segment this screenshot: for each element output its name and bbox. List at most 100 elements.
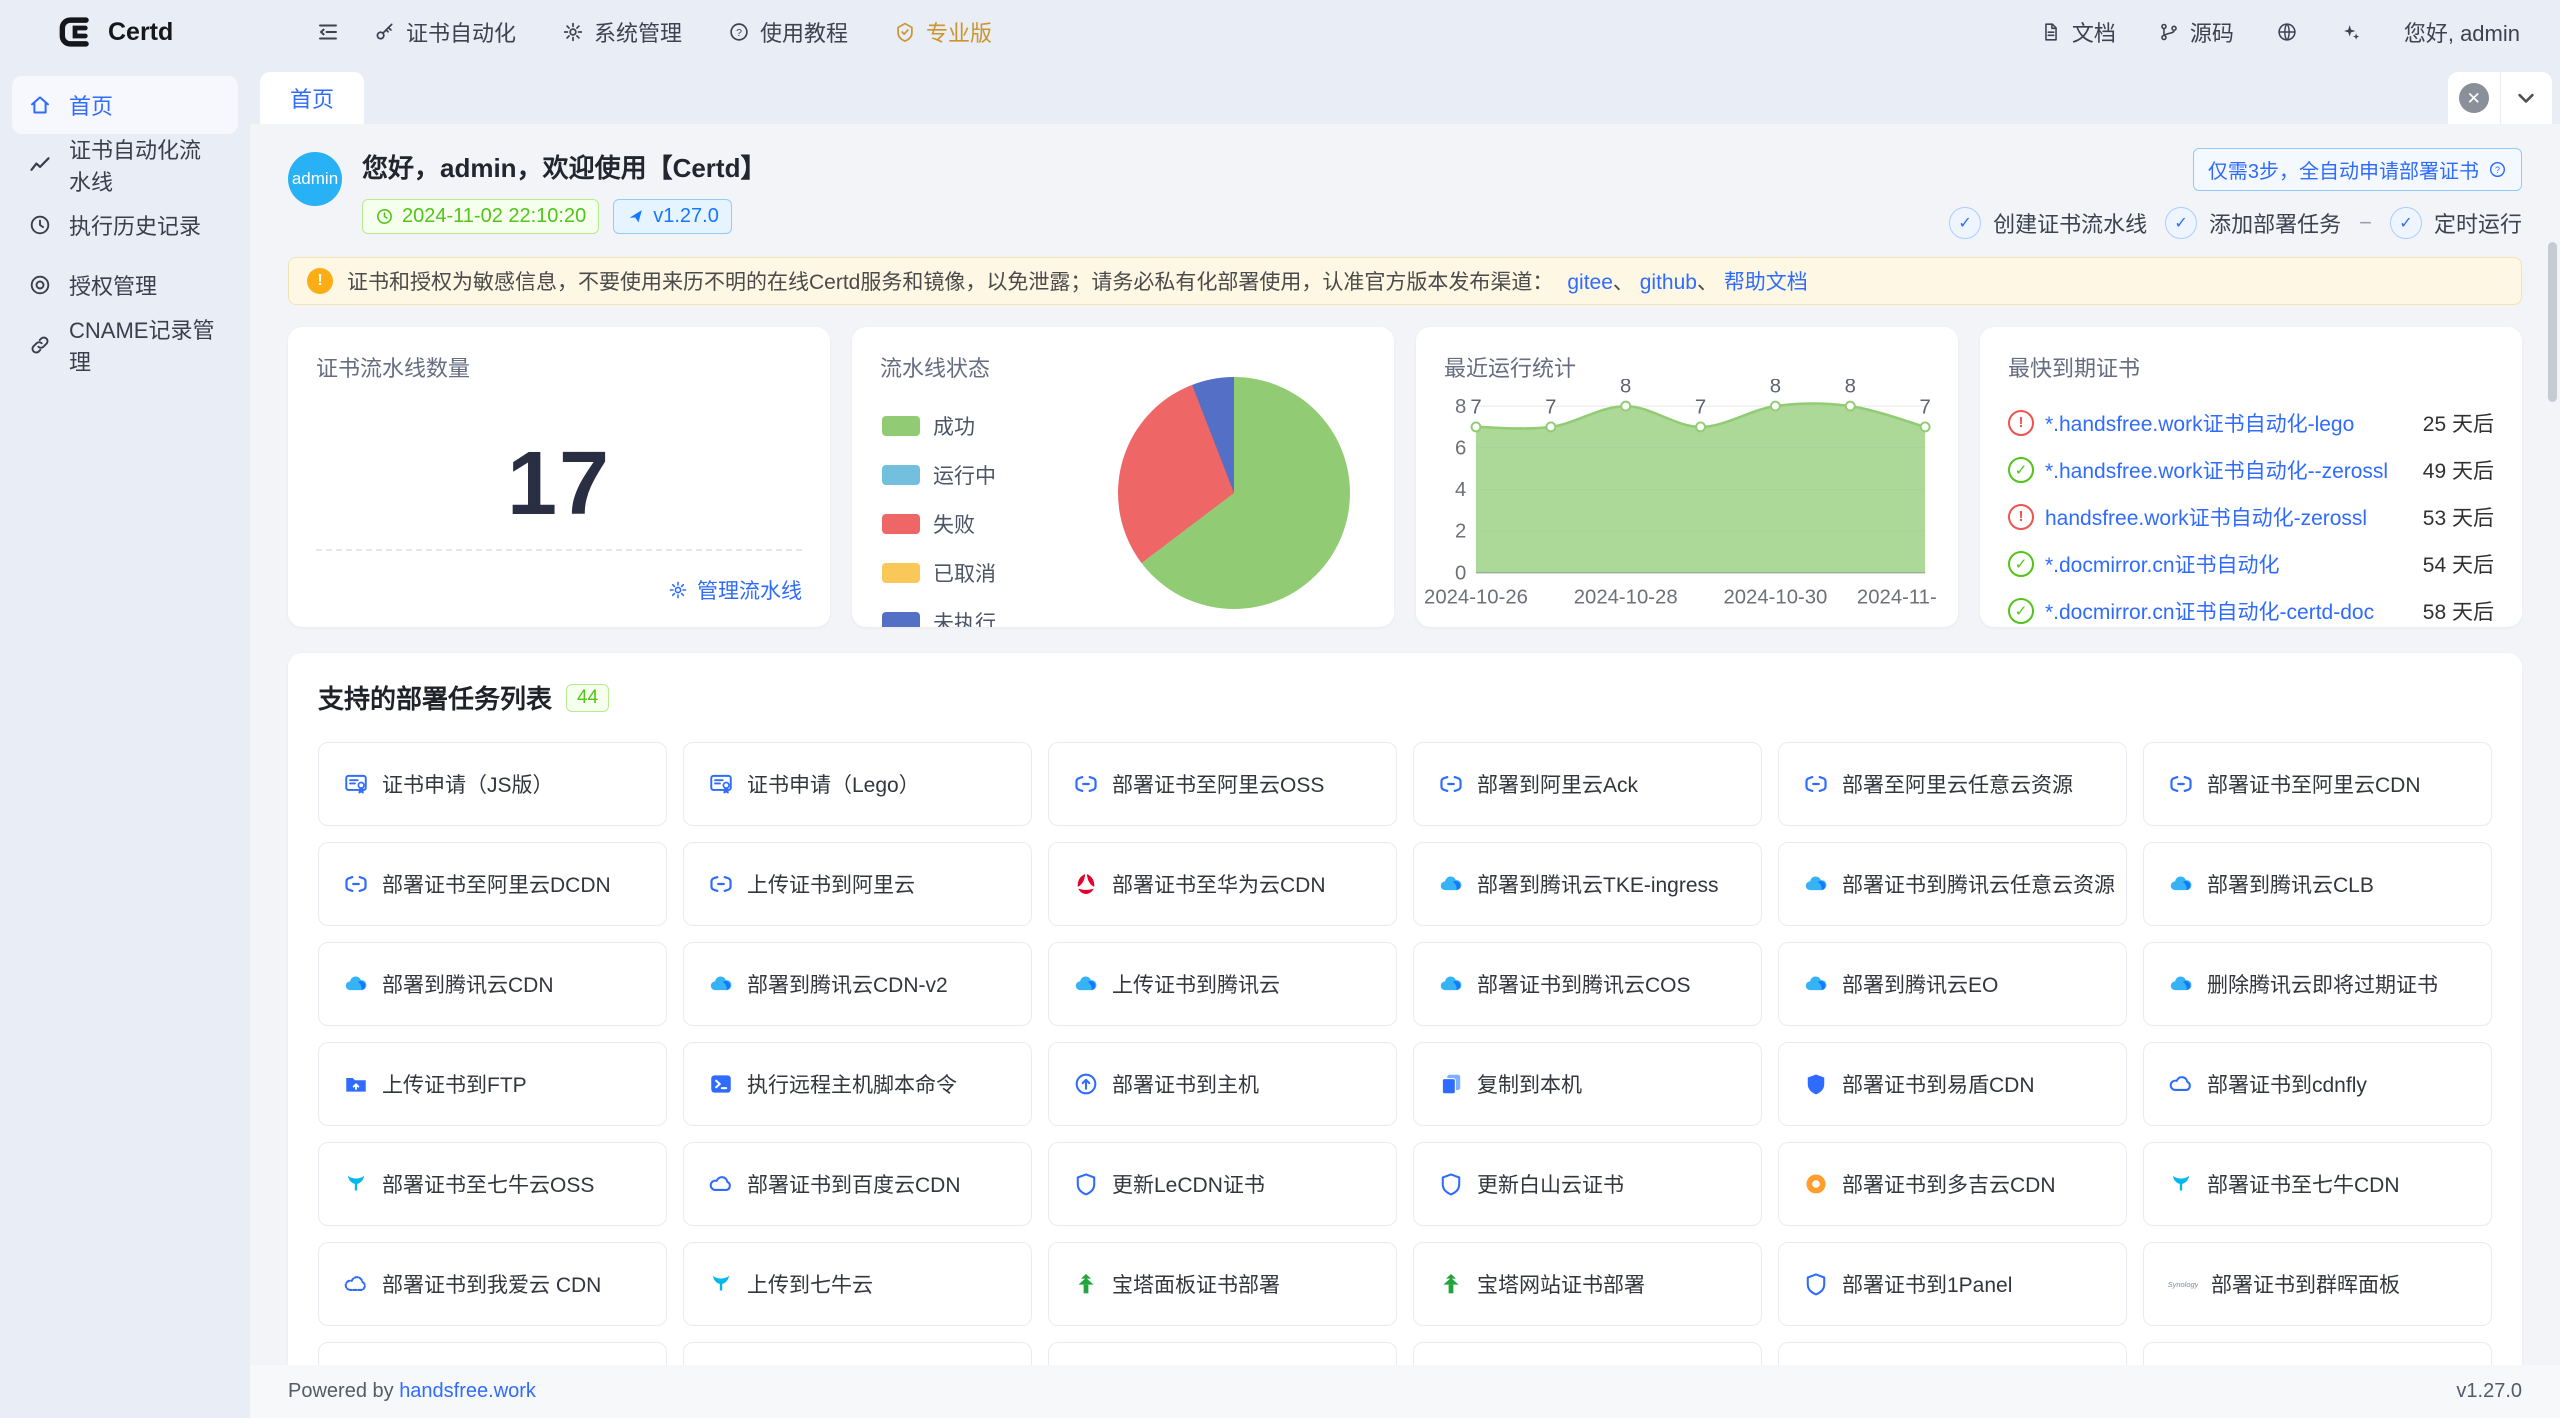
- notice-text: 证书和授权为敏感信息，不要使用来历不明的在线Certd服务和镜像，以免泄露；请务…: [347, 266, 1553, 296]
- sidebar-item-history[interactable]: 执行历史记录: [12, 196, 238, 254]
- version-badge[interactable]: v1.27.0: [613, 199, 732, 234]
- deploy-task-card[interactable]: 部署到腾讯云EO: [1778, 942, 2127, 1026]
- deploy-task-card[interactable]: 上传证书到FTP: [318, 1042, 667, 1126]
- legend-item-2[interactable]: 运行中: [882, 460, 996, 490]
- deploy-task-card[interactable]: 上传证书到腾讯云: [1048, 942, 1397, 1026]
- cert-pipeline-link[interactable]: *.handsfree.work证书自动化--zerossl: [2045, 455, 2409, 485]
- legend-item-1[interactable]: 成功: [882, 411, 996, 441]
- tab-menu-button[interactable]: [2500, 72, 2553, 124]
- sidebar-item-home[interactable]: 首页: [12, 76, 238, 134]
- navbar-action-sparkles[interactable]: [2340, 21, 2362, 43]
- deploy-task-card-partial[interactable]: [1778, 1342, 2127, 1365]
- deploy-task-card[interactable]: 部署证书到易盾CDN: [1778, 1042, 2127, 1126]
- sidebar-item-pipeline[interactable]: 证书自动化流水线: [12, 136, 238, 194]
- check-circle-icon: ✓: [2008, 457, 2034, 483]
- menu-item-question[interactable]: ?使用教程: [728, 16, 848, 48]
- tab-home[interactable]: 首页: [260, 72, 364, 124]
- svg-text:2024-10-30: 2024-10-30: [1723, 587, 1827, 609]
- deploy-task-card[interactable]: Synology部署证书到群晖面板: [2143, 1242, 2492, 1326]
- legend-item-5[interactable]: 未执行: [882, 607, 996, 627]
- days-remaining: 49 天后: [2423, 455, 2494, 485]
- three-steps-button[interactable]: 仅需3步，全自动申请部署证书 ?: [2193, 148, 2522, 191]
- notice-link-帮助文档[interactable]: 帮助文档: [1724, 271, 1808, 294]
- clock-icon: [375, 207, 394, 226]
- navbar-action-doc[interactable]: 文档: [2040, 16, 2116, 48]
- deploy-task-card[interactable]: 部署证书至华为云CDN: [1048, 842, 1397, 926]
- task-label: 部署证书到cdnfly: [2207, 1069, 2367, 1099]
- legend-item-4[interactable]: 已取消: [882, 558, 996, 588]
- deploy-task-card[interactable]: 证书申请（Lego）: [683, 742, 1032, 826]
- deploy-task-card-partial[interactable]: [1413, 1342, 1762, 1365]
- cert-pipeline-link[interactable]: *.docmirror.cn证书自动化-certd-doc: [2045, 596, 2409, 626]
- deploy-task-card[interactable]: 部署证书到主机: [1048, 1042, 1397, 1126]
- deploy-task-card[interactable]: 部署到腾讯云CLB: [2143, 842, 2492, 926]
- deploy-task-card-partial[interactable]: [318, 1342, 667, 1365]
- tasks-title: 支持的部署任务列表: [318, 679, 552, 716]
- menu-item-gear[interactable]: 系统管理: [562, 16, 682, 48]
- sidebar-item-label: CNAME记录管理: [69, 313, 222, 377]
- deploy-task-card[interactable]: 部署到腾讯云CDN-v2: [683, 942, 1032, 1026]
- deploy-task-card[interactable]: 部署证书至阿里云DCDN: [318, 842, 667, 926]
- deploy-task-card[interactable]: 更新LeCDN证书: [1048, 1142, 1397, 1226]
- deploy-task-card[interactable]: 执行远程主机脚本命令: [683, 1042, 1032, 1126]
- deploy-task-card[interactable]: 部署证书到多吉云CDN: [1778, 1142, 2127, 1226]
- cert-pipeline-link[interactable]: handsfree.work证书自动化-zerossl: [2045, 502, 2409, 532]
- sidebar-item-link[interactable]: CNAME记录管理: [12, 316, 238, 374]
- scrollbar-thumb[interactable]: [2548, 242, 2557, 402]
- warning-circle-icon: !: [2008, 504, 2034, 530]
- user-greeting[interactable]: 您好, admin: [2404, 16, 2520, 48]
- deploy-task-card[interactable]: 部署证书至七牛CDN: [2143, 1142, 2492, 1226]
- cert-pipeline-link[interactable]: *.handsfree.work证书自动化-lego: [2045, 408, 2409, 438]
- shield-fill-icon: [1803, 1071, 1829, 1097]
- brand[interactable]: Certd: [56, 13, 256, 51]
- recent-runs-area-chart: 0246877878872024-10-262024-10-282024-10-…: [1424, 379, 1950, 621]
- legend-item-3[interactable]: 失败: [882, 509, 996, 539]
- notice-link-gitee[interactable]: gitee: [1567, 271, 1613, 294]
- expiring-cert-row: !handsfree.work证书自动化-zerossl53 天后: [2008, 493, 2494, 540]
- notice-link-github[interactable]: github: [1640, 271, 1697, 294]
- deploy-task-card[interactable]: 部署至阿里云任意云资源: [1778, 742, 2127, 826]
- deploy-task-card-partial[interactable]: [2143, 1342, 2492, 1365]
- deploy-task-card[interactable]: 部署证书到1Panel: [1778, 1242, 2127, 1326]
- deploy-task-card[interactable]: 部署证书至七牛云OSS: [318, 1142, 667, 1226]
- task-label: 复制到本机: [1477, 1069, 1582, 1099]
- deploy-task-card[interactable]: 宝塔面板证书部署: [1048, 1242, 1397, 1326]
- deploy-task-card[interactable]: 部署证书到我爱云 CDN: [318, 1242, 667, 1326]
- manage-pipelines-link[interactable]: 管理流水线: [668, 575, 802, 605]
- deploy-task-card[interactable]: 部署证书到腾讯云任意云资源: [1778, 842, 2127, 926]
- deploy-task-card[interactable]: 部署证书到腾讯云COS: [1413, 942, 1762, 1026]
- menu-item-pro-badge[interactable]: 专业版: [894, 16, 992, 48]
- deploy-task-card[interactable]: 部署到腾讯云CDN: [318, 942, 667, 1026]
- deploy-task-card[interactable]: 删除腾讯云即将过期证书: [2143, 942, 2492, 1026]
- svg-text:4: 4: [1455, 479, 1466, 501]
- deploy-task-card[interactable]: 部署到阿里云Ack: [1413, 742, 1762, 826]
- deploy-task-card[interactable]: 更新白山云证书: [1413, 1142, 1762, 1226]
- deploy-task-card[interactable]: 部署到腾讯云TKE-ingress: [1413, 842, 1762, 926]
- avatar[interactable]: admin: [288, 152, 342, 206]
- deploy-task-card[interactable]: 部署证书到cdnfly: [2143, 1042, 2492, 1126]
- main-menu: 证书自动化 系统管理 ?使用教程 专业版: [374, 16, 992, 48]
- deploy-task-card-partial[interactable]: [1048, 1342, 1397, 1365]
- deploy-task-card[interactable]: 部署证书至阿里云OSS: [1048, 742, 1397, 826]
- close-all-tabs-button[interactable]: ✕: [2448, 72, 2500, 124]
- svg-text:0: 0: [1455, 562, 1466, 584]
- host-icon: [1073, 1071, 1099, 1097]
- deploy-task-card[interactable]: 上传到七牛云: [683, 1242, 1032, 1326]
- deploy-task-card[interactable]: 证书申请（JS版）: [318, 742, 667, 826]
- sidebar-item-auth[interactable]: 授权管理: [12, 256, 238, 314]
- deploy-task-card-partial[interactable]: [683, 1342, 1032, 1365]
- navbar-action-git-branch[interactable]: 源码: [2158, 16, 2234, 48]
- handsfree-link[interactable]: handsfree.work: [399, 1380, 536, 1402]
- deploy-task-card[interactable]: 部署证书到百度云CDN: [683, 1142, 1032, 1226]
- deploy-tasks-panel: 支持的部署任务列表 44 证书申请（JS版）证书申请（Lego）部署证书至阿里云…: [288, 653, 2522, 1365]
- menu-fold-icon[interactable]: [316, 20, 340, 44]
- expiring-certs-card: 最快到期证书 !*.handsfree.work证书自动化-lego25 天后✓…: [1980, 327, 2522, 627]
- navbar-action-globe[interactable]: [2276, 21, 2298, 43]
- deploy-task-card[interactable]: 宝塔网站证书部署: [1413, 1242, 1762, 1326]
- cert-pipeline-link[interactable]: *.docmirror.cn证书自动化: [2045, 549, 2409, 579]
- deploy-task-card[interactable]: 复制到本机: [1413, 1042, 1762, 1126]
- menu-item-key[interactable]: 证书自动化: [374, 16, 516, 48]
- sidebar-item-label: 执行历史记录: [69, 209, 201, 241]
- deploy-task-card[interactable]: 部署证书至阿里云CDN: [2143, 742, 2492, 826]
- deploy-task-card[interactable]: 上传证书到阿里云: [683, 842, 1032, 926]
